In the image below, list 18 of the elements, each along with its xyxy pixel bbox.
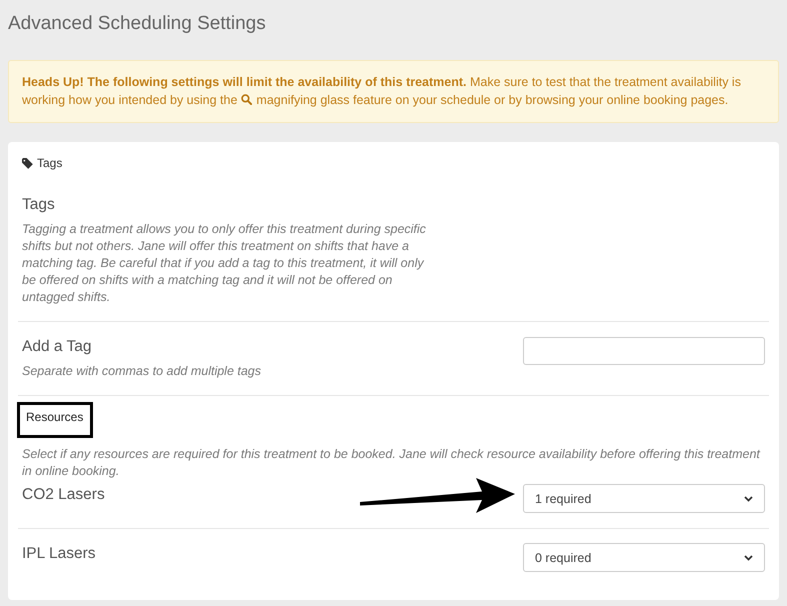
chevron-down-icon <box>744 554 753 560</box>
required-select[interactable]: 0 required <box>523 543 765 572</box>
field-label: Add a Tag <box>22 337 93 357</box>
tag-icon <box>22 158 33 168</box>
tag-input-field[interactable] <box>523 337 765 365</box>
card-header: Tags <box>37 156 62 170</box>
required-select[interactable]: 1 required <box>523 484 765 513</box>
section-label: Resources <box>26 410 84 424</box>
section-description: Select if any resources are required for this treatment to be booked. Jane will check resource availability before offering this treatment in online booking. <box>22 446 762 480</box>
section-title: Tags <box>22 195 56 215</box>
resource-label: CO2 Lasers <box>22 485 105 505</box>
chevron-down-icon <box>744 496 753 502</box>
field-hint: Separate with commas to add multiple tags <box>22 363 262 380</box>
page-title: Advanced Scheduling Settings <box>8 12 267 36</box>
section-description: Tagging a treatment allows you to only offer this treatment during specific shifts but not others. Jane will offer this treatment on shifts that have a matching tag. Be careful that if you add a tag to this treatment, it will only be offered on shifts with a matching tag and it will not be offered on untagged shifts. <box>22 221 427 306</box>
search-icon <box>241 94 252 105</box>
resource-label: IPL Lasers <box>22 544 96 564</box>
alert-message: Heads Up! The following settings will limit the availability of this treatment. Make sure to test that the treatment availability is working how you intended by using the magnifying glass feature on your schedule or by browsing your online booking pages. <box>22 74 742 109</box>
